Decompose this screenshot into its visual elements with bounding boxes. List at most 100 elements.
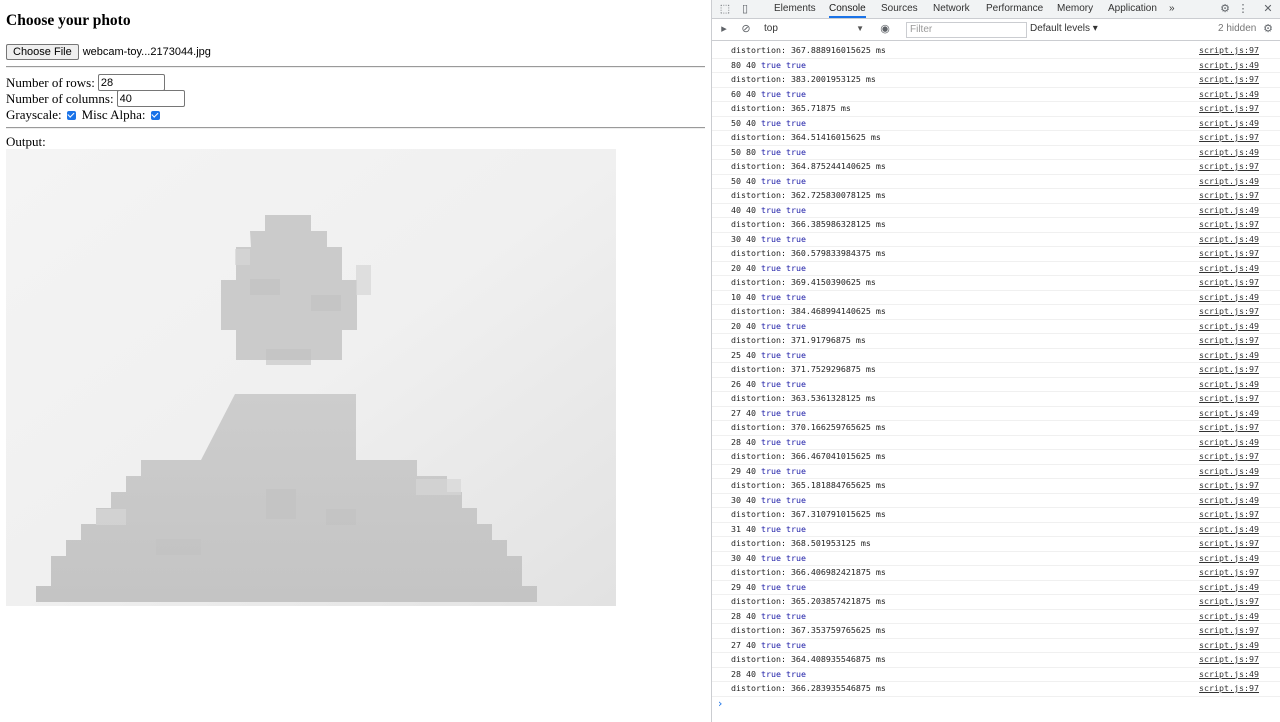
- console-source-link[interactable]: script.js:49: [1199, 174, 1259, 189]
- console-message-text: distortion: 366.283935546875 ms: [731, 683, 886, 693]
- close-icon[interactable]: ✕: [1262, 3, 1274, 15]
- console-message: 29 40 true true script.js:49: [712, 580, 1280, 595]
- more-tabs-button[interactable]: »: [1169, 0, 1175, 18]
- tab-application[interactable]: Application: [1108, 0, 1157, 18]
- context-selector[interactable]: top ▼: [764, 22, 864, 36]
- console-source-link[interactable]: script.js:49: [1199, 261, 1259, 276]
- choose-file-button[interactable]: Choose File: [6, 44, 79, 60]
- console-source-link[interactable]: script.js:97: [1199, 565, 1259, 580]
- console-message: distortion: 367.888916015625 ms script.js…: [712, 43, 1280, 59]
- rows-input[interactable]: [97, 74, 165, 91]
- columns-input[interactable]: [116, 90, 185, 107]
- misc-alpha-label: Misc Alpha:: [81, 107, 146, 122]
- console-source-link[interactable]: script.js:49: [1199, 116, 1259, 131]
- console-source-link[interactable]: script.js:97: [1199, 188, 1259, 203]
- console-source-link[interactable]: script.js:97: [1199, 333, 1259, 348]
- console-source-link[interactable]: script.js:97: [1199, 536, 1259, 551]
- console-message-text: 27 40 true true: [731, 407, 806, 418]
- console-message-text: 28 40 true true: [731, 668, 806, 679]
- console-source-link[interactable]: script.js:49: [1199, 348, 1259, 363]
- console-source-link[interactable]: script.js:97: [1199, 391, 1259, 406]
- console-message-text: distortion: 371.91796875 ms: [731, 335, 866, 345]
- console-source-link[interactable]: script.js:97: [1199, 449, 1259, 464]
- more-options-icon[interactable]: ⋮: [1237, 3, 1249, 15]
- live-expression-eye-icon[interactable]: ◉: [879, 23, 891, 35]
- log-levels-dropdown[interactable]: Default levels ▾: [1030, 22, 1098, 36]
- console-message-text: 30 40 true true: [731, 494, 806, 505]
- console-source-link[interactable]: script.js:49: [1199, 522, 1259, 537]
- console-source-link[interactable]: script.js:49: [1199, 435, 1259, 450]
- console-message: distortion: 360.579833984375 ms script.js…: [712, 246, 1280, 262]
- console-source-link[interactable]: script.js:49: [1199, 290, 1259, 305]
- tab-memory[interactable]: Memory: [1057, 0, 1093, 18]
- filter-input[interactable]: Filter: [906, 22, 1027, 38]
- console-source-link[interactable]: script.js:97: [1199, 420, 1259, 435]
- console-source-link[interactable]: script.js:49: [1199, 377, 1259, 392]
- console-message-text: distortion: 370.166259765625 ms: [731, 422, 886, 432]
- misc-alpha-checkbox[interactable]: [150, 110, 160, 120]
- console-source-link[interactable]: script.js:49: [1199, 667, 1259, 682]
- console-source-link[interactable]: script.js:97: [1199, 246, 1259, 261]
- console-source-link[interactable]: script.js:97: [1199, 43, 1259, 58]
- clear-console-icon[interactable]: ⊘: [740, 23, 752, 35]
- console-source-link[interactable]: script.js:49: [1199, 232, 1259, 247]
- console-source-link[interactable]: script.js:97: [1199, 652, 1259, 667]
- console-source-link[interactable]: script.js:97: [1199, 72, 1259, 87]
- console-message-text: 26 40 true true: [731, 378, 806, 389]
- console-source-link[interactable]: script.js:49: [1199, 609, 1259, 624]
- console-settings-gear-icon[interactable]: ⚙: [1262, 23, 1274, 35]
- console-message-text: 50 80 true true: [731, 146, 806, 157]
- console-message-text: 28 40 true true: [731, 436, 806, 447]
- console-source-link[interactable]: script.js:97: [1199, 594, 1259, 609]
- console-message-text: 20 40 true true: [731, 320, 806, 331]
- console-source-link[interactable]: script.js:97: [1199, 681, 1259, 696]
- console-message: distortion: 371.7529296875 ms script.js:9…: [712, 362, 1280, 378]
- console-message: 40 40 true true script.js:49: [712, 203, 1280, 218]
- console-source-link[interactable]: script.js:97: [1199, 217, 1259, 232]
- console-source-link[interactable]: script.js:49: [1199, 203, 1259, 218]
- console-source-link[interactable]: script.js:49: [1199, 580, 1259, 595]
- console-source-link[interactable]: script.js:97: [1199, 159, 1259, 174]
- console-message: 20 40 true true script.js:49: [712, 319, 1280, 334]
- console-message-text: distortion: 364.408935546875 ms: [731, 654, 886, 664]
- console-source-link[interactable]: script.js:49: [1199, 638, 1259, 653]
- console-source-link[interactable]: script.js:97: [1199, 101, 1259, 116]
- console-source-link[interactable]: script.js:49: [1199, 58, 1259, 73]
- inspect-element-icon[interactable]: ⬚: [719, 3, 731, 15]
- console-source-link[interactable]: script.js:97: [1199, 623, 1259, 638]
- console-source-link[interactable]: script.js:97: [1199, 275, 1259, 290]
- console-message-text: 60 40 true true: [731, 88, 806, 99]
- sidebar-toggle-icon[interactable]: ▸: [718, 23, 730, 35]
- console-source-link[interactable]: script.js:49: [1199, 87, 1259, 102]
- console-message: distortion: 370.166259765625 ms script.js…: [712, 420, 1280, 436]
- console-source-link[interactable]: script.js:97: [1199, 478, 1259, 493]
- console-toolbar: ▸ ⊘ top ▼ ◉ Filter Default levels ▾ 2 hi…: [712, 19, 1280, 41]
- console-source-link[interactable]: script.js:49: [1199, 145, 1259, 160]
- console-source-link[interactable]: script.js:49: [1199, 493, 1259, 508]
- console-message-text: 30 40 true true: [731, 233, 806, 244]
- console-source-link[interactable]: script.js:49: [1199, 551, 1259, 566]
- device-toolbar-icon[interactable]: ▯: [739, 3, 751, 15]
- tab-performance[interactable]: Performance: [986, 0, 1043, 18]
- console-message-text: distortion: 368.501953125 ms: [731, 538, 871, 548]
- tab-sources[interactable]: Sources: [881, 0, 918, 18]
- console-source-link[interactable]: script.js:97: [1199, 130, 1259, 145]
- console-source-link[interactable]: script.js:49: [1199, 464, 1259, 479]
- console-source-link[interactable]: script.js:97: [1199, 362, 1259, 377]
- console-source-link[interactable]: script.js:97: [1199, 304, 1259, 319]
- console-source-link[interactable]: script.js:49: [1199, 406, 1259, 421]
- console-message: distortion: 365.203857421875 ms script.js…: [712, 594, 1280, 610]
- tab-elements[interactable]: Elements: [774, 0, 816, 18]
- console-message-text: distortion: 365.181884765625 ms: [731, 480, 886, 490]
- console-prompt-chevron-icon[interactable]: ›: [718, 697, 722, 710]
- tab-console[interactable]: Console: [829, 0, 866, 18]
- console-message-text: 31 40 true true: [731, 523, 806, 534]
- console-message-text: distortion: 364.51416015625 ms: [731, 132, 881, 142]
- console-message-text: 27 40 true true: [731, 639, 806, 650]
- console-source-link[interactable]: script.js:49: [1199, 319, 1259, 334]
- console-source-link[interactable]: script.js:97: [1199, 507, 1259, 522]
- console-message: 30 40 true true script.js:49: [712, 232, 1280, 247]
- settings-gear-icon[interactable]: ⚙: [1219, 3, 1231, 15]
- tab-network[interactable]: Network: [933, 0, 970, 18]
- grayscale-checkbox[interactable]: [66, 110, 76, 120]
